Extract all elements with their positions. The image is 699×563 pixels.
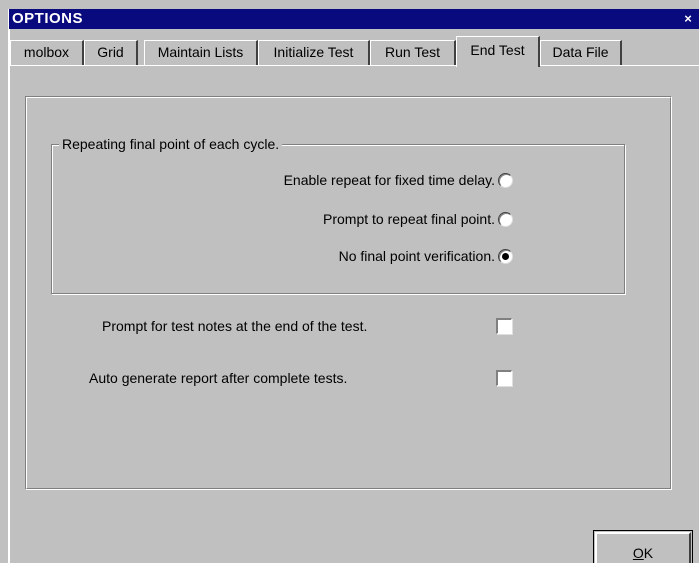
radio-enable-repeat[interactable]: Enable repeat for fixed time delay. [284, 170, 513, 190]
radio-button[interactable] [498, 248, 513, 264]
auto-report-checkbox[interactable] [496, 370, 512, 386]
tab-label: Maintain Lists [157, 44, 244, 60]
tab-label: Run Test [385, 44, 440, 60]
tab-label: Data File [552, 44, 609, 60]
checkbox-label-auto-report: Auto generate report after complete test… [89, 370, 348, 386]
window-title: OPTIONS [12, 10, 84, 27]
radio-no-verification[interactable]: No final point verification. [339, 246, 513, 266]
tab-label: molbox [23, 44, 70, 60]
radio-button[interactable] [498, 211, 513, 227]
test-notes-checkbox[interactable] [496, 318, 512, 334]
checkbox-label-test-notes: Prompt for test notes at the end of the … [102, 318, 368, 334]
tab-data-file[interactable]: Data File [540, 40, 622, 66]
radio-prompt-repeat[interactable]: Prompt to repeat final point. [323, 209, 513, 229]
tab-molbox[interactable]: molbox [10, 40, 84, 66]
tab-initialize-test[interactable]: Initialize Test [258, 40, 370, 66]
close-icon[interactable]: × [681, 12, 695, 26]
tab-label: Initialize Test [273, 44, 354, 60]
ok-mnemonic: O [632, 545, 644, 561]
options-window: OPTIONS × molbox Grid Maintain Lists Ini… [0, 0, 699, 563]
radio-label: No final point verification. [338, 248, 495, 264]
title-bar[interactable]: OPTIONS × [9, 9, 699, 29]
radio-label: Prompt to repeat final point. [323, 211, 495, 227]
tab-maintain-lists[interactable]: Maintain Lists [144, 40, 258, 66]
tab-run-test[interactable]: Run Test [370, 40, 456, 66]
radio-button[interactable] [498, 172, 513, 188]
radio-selected-dot [502, 252, 509, 260]
tab-label: Grid [97, 44, 124, 60]
group-label: Repeating final point of each cycle. [59, 136, 283, 152]
tab-label: End Test [470, 42, 525, 58]
ok-label: K [643, 545, 654, 561]
tab-grid[interactable]: Grid [84, 40, 138, 66]
radio-label: Enable repeat for fixed time delay. [283, 172, 495, 188]
tab-end-test[interactable]: End Test [456, 36, 540, 67]
repeat-final-point-group: Enable repeat for fixed time delay. Prom… [51, 144, 625, 294]
ok-button[interactable]: OK [593, 530, 693, 563]
